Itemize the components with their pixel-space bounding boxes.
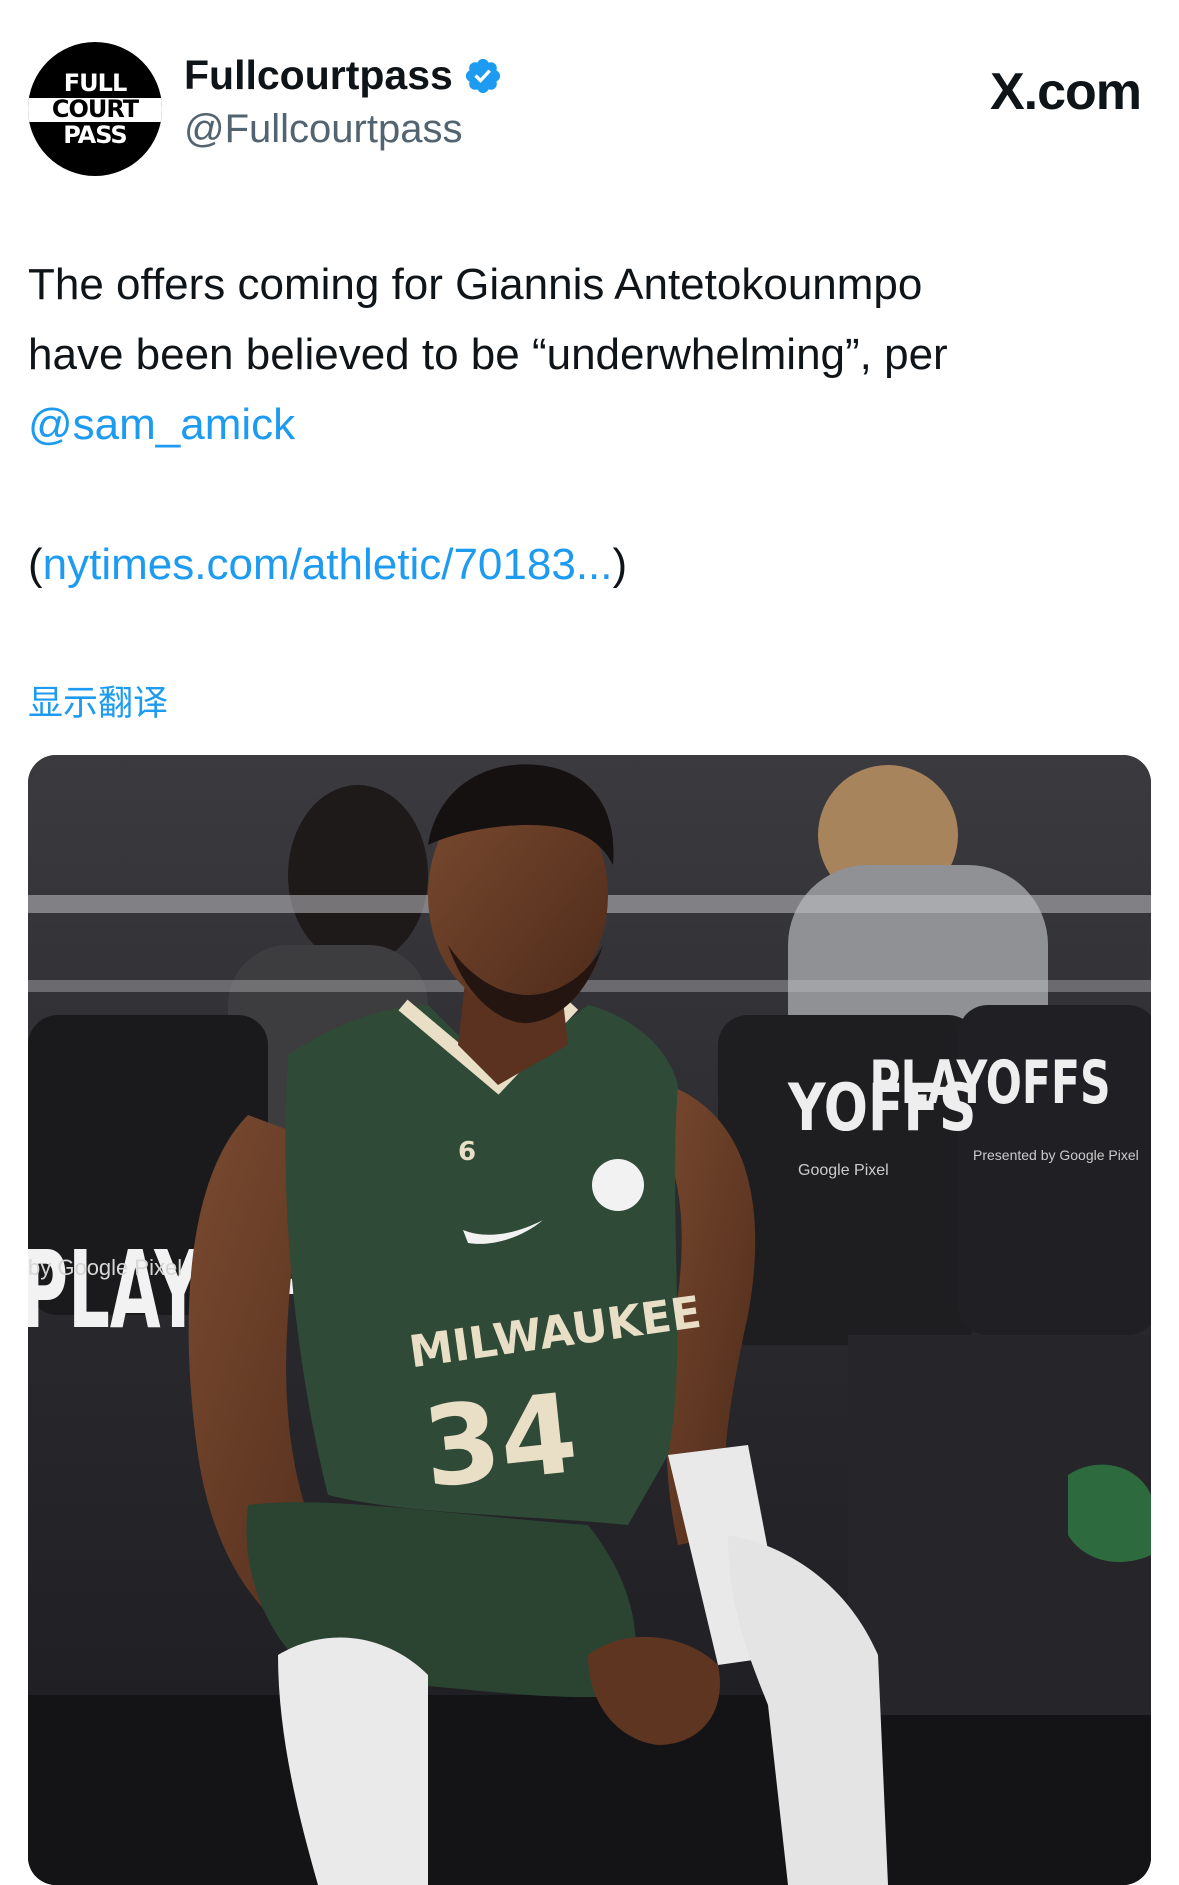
bench-seat (28, 1695, 1151, 1885)
avatar-logo-line3: PASS (63, 121, 127, 149)
author-display-name-text: Fullcourtpass (184, 52, 453, 98)
signage-right-sub: Presented by Google Pixel (973, 1147, 1139, 1163)
signage-mid-sub: Google Pixel (798, 1162, 889, 1179)
signage-left-sub: by Google Pixel (28, 1255, 182, 1280)
signage-right: PLAYOFFS (870, 1049, 1111, 1118)
article-link[interactable]: nytimes.com/athletic/70183... (43, 540, 613, 589)
source-label: X.com (989, 63, 1142, 121)
avatar-logo: FULL COURT PASS (51, 69, 139, 149)
tweet-text: The offers coming for Giannis Antetokoun… (28, 250, 1158, 600)
author-handle[interactable]: @Fullcourtpass (184, 107, 503, 152)
spectator-left (288, 785, 428, 965)
tweet-text-line1: The offers coming for Giannis Antetokoun… (28, 260, 923, 309)
tweet-header: FULL COURT PASS Fullcourtpass @Fullcourt… (28, 42, 1151, 182)
author-names: Fullcourtpass @Fullcourtpass (184, 52, 503, 152)
jersey-sponsor-patch (592, 1159, 644, 1211)
tweet-text-line2: have been believed to be “underwhelming”… (28, 330, 948, 379)
avatar-logo-line1: FULL (63, 69, 127, 97)
link-paren-close: ) (612, 540, 628, 589)
translate-button[interactable]: 显示翻译 (28, 675, 168, 726)
green-towel (1068, 1464, 1151, 1563)
link-paren-open: ( (28, 540, 43, 589)
tweet-link-line: (nytimes.com/athletic/70183...) (28, 530, 1158, 600)
jersey-number: 34 (417, 1369, 583, 1512)
photo-illustration: PLAYOFFS by Google Pixel YOFFS Google Pi… (28, 755, 1151, 1885)
shoulder-number: 6 (458, 1137, 476, 1167)
avatar-logo-line2: COURT (51, 95, 139, 123)
mention-link[interactable]: @sam_amick (28, 390, 1158, 460)
arena-rail-lower (28, 980, 1151, 992)
author-display-name[interactable]: Fullcourtpass (184, 52, 503, 99)
avatar[interactable]: FULL COURT PASS (28, 42, 162, 176)
verified-badge-icon (465, 58, 500, 93)
tweet-photo[interactable]: PLAYOFFS by Google Pixel YOFFS Google Pi… (28, 755, 1151, 1885)
